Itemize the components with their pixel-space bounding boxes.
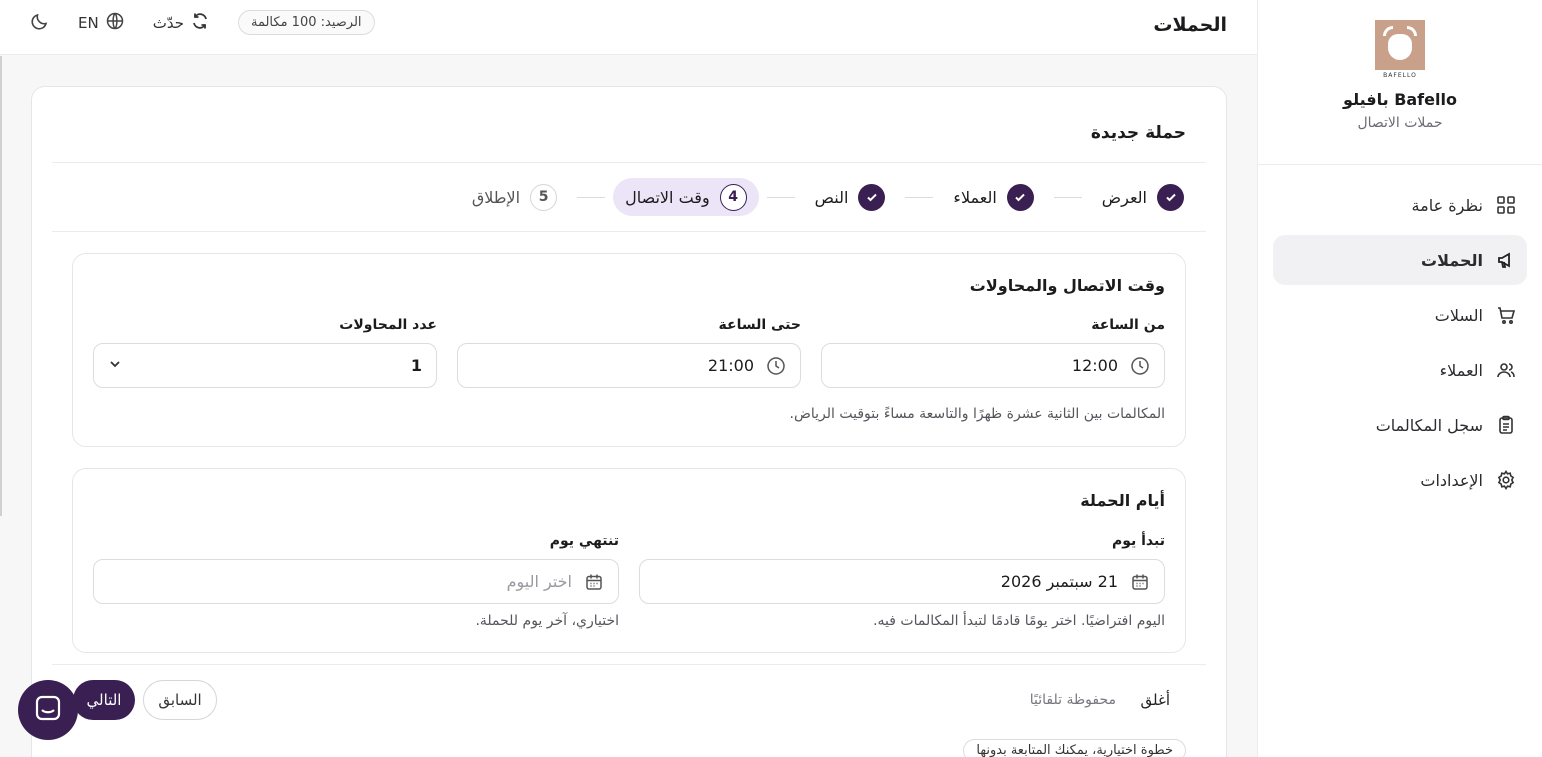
- users-icon: [1495, 359, 1517, 381]
- refresh-button[interactable]: حدّث: [153, 11, 210, 35]
- call-time-help: المكالمات بين الثانية عشرة ظهرًا والتاسع…: [789, 406, 1165, 422]
- step-connector: [905, 196, 934, 198]
- brand-logo: BAFELLO: [1375, 20, 1425, 79]
- step-number: 4: [719, 183, 747, 211]
- logo-text: BAFELLO: [1383, 72, 1417, 79]
- card-title: حملة جديدة: [1090, 123, 1186, 143]
- next-button[interactable]: التالي: [73, 680, 135, 720]
- sidebar-item-call-log[interactable]: سجل المكالمات: [1273, 400, 1527, 450]
- language-button[interactable]: EN: [78, 11, 125, 35]
- end-date-input[interactable]: اختر اليوم: [93, 559, 619, 604]
- grid-icon: [1495, 194, 1517, 216]
- end-date-label: تنتهي يوم: [549, 533, 619, 549]
- divider: [52, 162, 1206, 163]
- brand-block: BAFELLO Bafello بافيلو حملات الاتصال: [1258, 0, 1542, 165]
- sidebar-item-settings[interactable]: الإعدادات: [1273, 455, 1527, 505]
- sidebar-item-label: الإعدادات: [1420, 470, 1483, 490]
- sidebar: BAFELLO Bafello بافيلو حملات الاتصال نظر…: [1257, 0, 1542, 757]
- sidebar-item-carts[interactable]: السلات: [1273, 290, 1527, 340]
- clock-icon: [766, 356, 786, 376]
- sidebar-item-overview[interactable]: نظرة عامة: [1273, 180, 1527, 230]
- wizard-stepper: العرض العملاء النص 4 وقت الاتصال 5 الإطل…: [460, 178, 1196, 216]
- clock-icon: [1130, 356, 1150, 376]
- brand-subtitle: حملات الاتصال: [1357, 115, 1443, 131]
- from-time-label: من الساعة: [1091, 317, 1165, 333]
- step-label: النص: [814, 187, 849, 207]
- sidebar-item-campaigns[interactable]: الحملات: [1273, 235, 1527, 285]
- start-date-help: اليوم افتراضيًا. اختر يومًا قادمًا لتبدأ…: [873, 613, 1165, 629]
- to-time-value: 21:00: [707, 356, 754, 375]
- end-date-help: اختياري، آخر يوم للحملة.: [475, 613, 619, 629]
- new-campaign-card: حملة جديدة العرض العملاء النص 4 وقت الات…: [31, 86, 1227, 757]
- from-time-value: 12:00: [1071, 356, 1118, 375]
- moon-icon: [30, 11, 50, 35]
- divider: [52, 231, 1206, 232]
- campaign-days-section: أيام الحملة تبدأ يوم 21 سبتمبر 2026 اليو…: [72, 468, 1186, 653]
- calendar-icon: [584, 572, 604, 592]
- check-icon: [1157, 183, 1184, 211]
- step-label: العملاء: [953, 187, 997, 207]
- attempts-value: 1: [410, 356, 422, 375]
- attempts-label: عدد المحاولات: [339, 317, 437, 333]
- autosave-status: محفوظة تلقائيًا: [1029, 692, 1116, 708]
- start-date-label: تبدأ يوم: [1111, 533, 1165, 549]
- megaphone-icon: [1495, 249, 1517, 271]
- step-label: العرض: [1101, 187, 1147, 207]
- step-launch[interactable]: 5 الإطلاق: [460, 178, 569, 216]
- step-call-time[interactable]: 4 وقت الاتصال: [613, 178, 759, 216]
- cart-icon: [1495, 304, 1517, 326]
- top-header: الحملات EN حدّث الرصيد: 100 مكالمة: [0, 0, 1257, 55]
- chat-icon: [33, 693, 63, 727]
- step-number: 5: [530, 183, 558, 211]
- step-connector: [577, 196, 606, 198]
- step-offer[interactable]: العرض: [1090, 178, 1196, 216]
- step-customers[interactable]: العملاء: [941, 178, 1045, 216]
- brand-name: Bafello بافيلو: [1343, 90, 1457, 109]
- chevron-down-icon: [108, 356, 122, 375]
- step-script[interactable]: النص: [803, 178, 898, 216]
- sidebar-item-label: الحملات: [1421, 250, 1483, 270]
- page-title: الحملات: [1153, 14, 1227, 36]
- theme-toggle-button[interactable]: [30, 11, 50, 35]
- balance-badge: الرصيد: 100 مكالمة: [237, 10, 375, 35]
- section-title: أيام الحملة: [1080, 491, 1165, 510]
- sidebar-item-customers[interactable]: العملاء: [1273, 345, 1527, 395]
- check-icon: [858, 183, 886, 211]
- to-time-input[interactable]: 21:00: [457, 343, 801, 388]
- refresh-label: حدّث: [152, 13, 184, 32]
- step-connector: [766, 196, 795, 198]
- globe-icon: [105, 11, 125, 35]
- sidebar-item-label: نظرة عامة: [1411, 195, 1483, 215]
- optional-note: خطوة اختيارية، يمكنك المتابعة بدونها: [963, 739, 1186, 757]
- from-time-input[interactable]: 12:00: [821, 343, 1165, 388]
- bull-icon: [1375, 20, 1425, 70]
- to-time-label: حتى الساعة: [718, 317, 801, 333]
- close-link[interactable]: أغلق: [1141, 691, 1171, 709]
- divider: [52, 664, 1206, 665]
- sidebar-item-label: العملاء: [1439, 360, 1483, 380]
- refresh-icon: [190, 11, 210, 35]
- gear-icon: [1495, 469, 1517, 491]
- prev-button[interactable]: السابق: [143, 680, 217, 720]
- sidebar-nav: نظرة عامة الحملات السلات العملاء سجل الم…: [1258, 165, 1542, 505]
- start-date-input[interactable]: 21 سبتمبر 2026: [639, 559, 1165, 604]
- calendar-icon: [1130, 572, 1150, 592]
- step-label: وقت الاتصال: [625, 187, 710, 207]
- attempts-select[interactable]: 1: [93, 343, 437, 388]
- scroll-edge: [0, 56, 2, 516]
- check-icon: [1006, 183, 1034, 211]
- step-label: الإطلاق: [471, 187, 521, 207]
- sidebar-item-label: سجل المكالمات: [1375, 415, 1483, 435]
- call-time-section: وقت الاتصال والمحاولات من الساعة 12:00 ح…: [72, 253, 1186, 447]
- language-label: EN: [78, 13, 99, 32]
- step-connector: [1053, 196, 1082, 198]
- clipboard-icon: [1495, 414, 1517, 436]
- header-actions: EN حدّث الرصيد: 100 مكالمة: [30, 10, 375, 35]
- start-date-value: 21 سبتمبر 2026: [1000, 572, 1118, 591]
- chat-launcher-button[interactable]: [18, 680, 78, 740]
- end-date-placeholder: اختر اليوم: [506, 572, 572, 591]
- section-title: وقت الاتصال والمحاولات: [969, 276, 1165, 295]
- sidebar-item-label: السلات: [1434, 305, 1483, 325]
